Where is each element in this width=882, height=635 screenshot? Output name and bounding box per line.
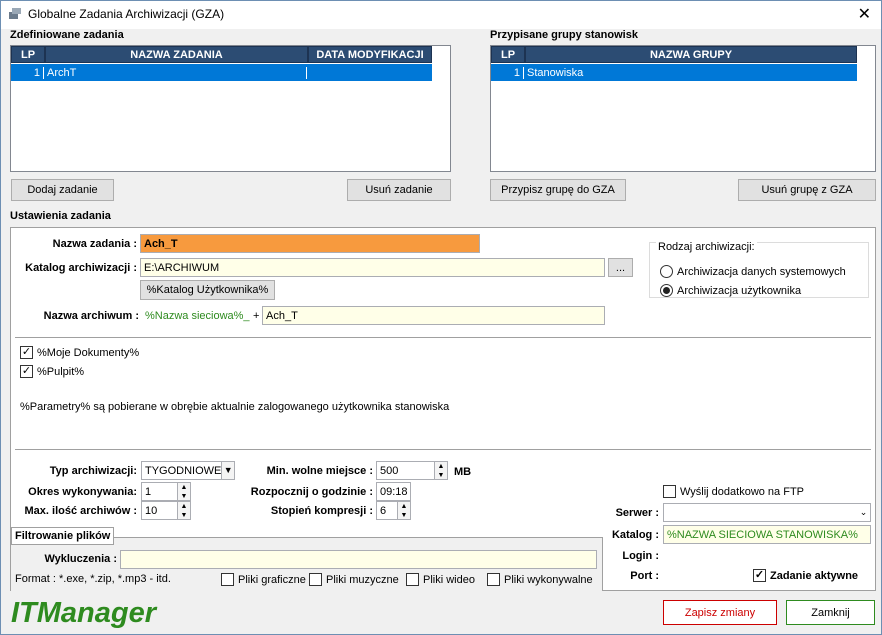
ftp-catalog-label: Katalog : (611, 529, 659, 541)
mode-user-radio[interactable]: Archiwizacja użytkownika (660, 284, 801, 297)
period-label: Okres wykonywania: (28, 486, 137, 498)
desktop-checkbox[interactable]: ✓ %Pulpit% (20, 365, 84, 378)
remove-task-button[interactable]: Usuń zadanie (347, 179, 451, 201)
parameters-info: %Parametry% są pobierane w obrębie aktua… (20, 401, 450, 413)
tasks-grid[interactable]: LP NAZWA ZADANIA DATA MODYFIKACJI 1 Arch… (10, 45, 451, 172)
col-group-name[interactable]: NAZWA GRUPY (525, 46, 857, 63)
groups-heading: Przypisane grupy stanowisk (490, 29, 638, 41)
title-bar: Globalne Zadania Archiwizacji (GZA) ✕ (1, 1, 881, 29)
window: Globalne Zadania Archiwizacji (GZA) ✕ Zd… (0, 0, 882, 635)
remove-group-button[interactable]: Usuń grupę z GZA (738, 179, 876, 201)
divider (15, 337, 871, 338)
catalog-label: Katalog archiwizacji : (25, 262, 137, 274)
compression-stepper[interactable]: 6 ▲ ▼ (376, 501, 411, 520)
groups-grid[interactable]: LP NAZWA GRUPY 1 Stanowiska (490, 45, 876, 172)
brand-logo: ITManager (11, 597, 157, 629)
col-modified-date[interactable]: DATA MODYFIKACJI (308, 46, 432, 63)
app-icon (9, 8, 21, 19)
row-lp: 1 (491, 66, 524, 79)
table-row[interactable]: 1 ArchT (11, 64, 432, 81)
spin-arrows-icon[interactable]: ▲ ▼ (177, 502, 190, 519)
archive-name-label: Nazwa archiwum : (43, 310, 139, 322)
task-name-label: Nazwa zadania : (52, 238, 137, 250)
task-name-input[interactable]: Ach_T (140, 234, 480, 253)
col-task-name[interactable]: NAZWA ZADANIA (45, 46, 308, 63)
row-task-name: ArchT (44, 66, 307, 79)
graphics-checkbox[interactable]: Pliki graficzne (221, 573, 306, 586)
close-button[interactable]: Zamknij (786, 600, 875, 625)
checkmark-icon[interactable]: ✓ (20, 365, 33, 378)
video-checkbox[interactable]: Pliki wideo (406, 573, 475, 586)
row-group-name: Stanowiska (527, 66, 584, 79)
exclusions-input[interactable] (120, 550, 597, 569)
table-row[interactable]: 1 Stanowiska (491, 64, 857, 81)
spin-arrows-icon[interactable]: ▲ ▼ (397, 502, 410, 519)
save-button[interactable]: Zapisz zmiany (663, 600, 777, 625)
mode-system-radio[interactable]: Archiwizacja danych systemowych (660, 265, 846, 278)
filter-title: Filtrowanie plików (11, 527, 115, 545)
assign-group-button[interactable]: Przypisz grupę do GZA (490, 179, 626, 201)
compression-label: Stopień kompresji : (270, 505, 373, 517)
type-select[interactable]: TYGODNIOWE ▼ (141, 461, 235, 480)
tasks-heading: Zdefiniowane zadania (10, 29, 124, 41)
ftp-catalog-input[interactable]: %NAZWA SIECIOWA STANOWISKA% (663, 525, 871, 544)
browse-button[interactable]: ... (608, 258, 633, 277)
exclusions-label: Wykluczenia : (44, 553, 117, 565)
spin-arrows-icon[interactable]: ▲ ▼ (434, 462, 447, 479)
server-label: Serwer : (615, 507, 659, 519)
close-icon[interactable]: ✕ (858, 4, 871, 24)
chevron-down-icon[interactable]: ⌄ (857, 504, 870, 521)
settings-panel: Nazwa zadania : Ach_T Katalog archiwizac… (10, 227, 876, 591)
mode-group-title: Rodzaj archiwizacji: (656, 241, 757, 253)
mode-group: Rodzaj archiwizacji: Archiwizacja danych… (649, 241, 869, 298)
executables-checkbox[interactable]: Pliki wykonywalne (487, 573, 593, 586)
spin-arrows-icon[interactable]: ▲ ▼ (177, 483, 190, 500)
port-label: Port : (630, 570, 659, 582)
free-space-unit: MB (454, 466, 472, 478)
max-archives-stepper[interactable]: 10 ▲ ▼ (141, 501, 191, 520)
type-label: Typ archiwizacji: (49, 465, 137, 477)
music-checkbox[interactable]: Pliki muzyczne (309, 573, 399, 586)
divider (15, 449, 871, 450)
plus-sign: + (253, 310, 260, 322)
archive-prefix: %Nazwa sieciowa%_ (145, 310, 250, 322)
settings-heading: Ustawienia zadania (10, 210, 111, 222)
checkmark-icon[interactable]: ✓ (20, 346, 33, 359)
filter-group: Filtrowanie plików Wykluczenia : Format … (11, 527, 603, 591)
free-space-label: Min. wolne miejsce : (266, 465, 373, 477)
documents-checkbox[interactable]: ✓ %Moje Dokumenty% (20, 346, 139, 359)
login-label: Login : (622, 550, 659, 562)
archive-name-input[interactable]: Ach_T (262, 306, 605, 325)
user-catalog-button[interactable]: %Katalog Użytkownika% (140, 280, 275, 300)
task-active-checkbox[interactable]: ✓ Zadanie aktywne (753, 569, 858, 582)
period-stepper[interactable]: 1 ▲ ▼ (141, 482, 191, 501)
free-space-stepper[interactable]: 500 ▲ ▼ (376, 461, 448, 480)
window-title: Globalne Zadania Archiwizacji (GZA) (28, 7, 225, 21)
chevron-down-icon[interactable]: ▼ (221, 462, 234, 479)
start-time-label: Rozpocznij o godzinie : (250, 486, 373, 498)
ftp-checkbox[interactable]: Wyślij dodatkowo na FTP (663, 485, 804, 498)
add-task-button[interactable]: Dodaj zadanie (11, 179, 114, 201)
checkmark-icon[interactable]: ✓ (753, 569, 766, 582)
col-lp[interactable]: LP (491, 46, 525, 63)
catalog-input[interactable]: E:\ARCHIWUM (140, 258, 605, 277)
server-select[interactable]: ⌄ (663, 503, 871, 522)
format-hint: Format : *.exe, *.zip, *.mp3 - itd. (15, 573, 171, 585)
max-archives-label: Max. ilość archiwów : (24, 505, 137, 517)
col-lp[interactable]: LP (11, 46, 45, 63)
row-lp: 1 (11, 66, 44, 79)
start-time-input[interactable]: 09:18 (376, 482, 411, 501)
